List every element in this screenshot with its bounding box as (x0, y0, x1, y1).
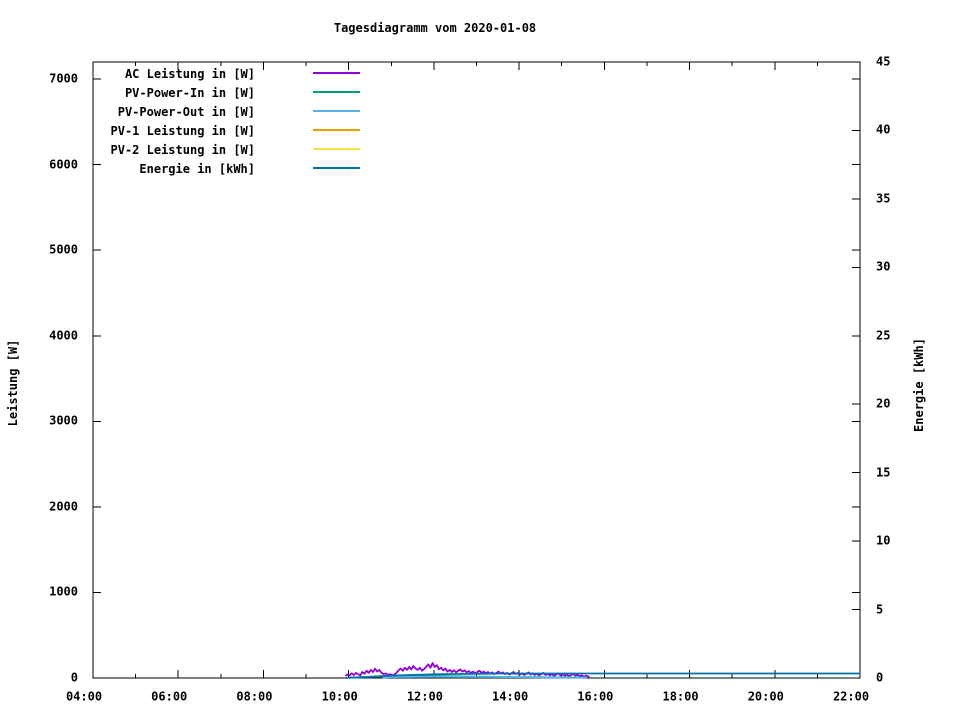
x-tick-label: 06:00 (151, 689, 188, 704)
x-tick-label: 10:00 (321, 689, 358, 704)
legend-item-pv_in: PV-Power-In in [W] (0, 83, 960, 102)
y-left-tick-label: 2000 (49, 499, 78, 514)
x-tick-label: 04:00 (65, 689, 103, 704)
series-line-ac (344, 662, 590, 678)
y-left-tick-label: 1000 (49, 584, 78, 599)
legend-label-energie: Energie in [kWh] (139, 161, 255, 176)
legend-item-energie: Energie in [kWh] (0, 159, 960, 178)
y-right-tick-label: 35 (876, 191, 891, 206)
legend-label-pv_out: PV-Power-Out in [W] (117, 104, 255, 119)
x-tick-label: 20:00 (747, 689, 784, 704)
y-left-tick-label: 3000 (49, 413, 78, 428)
legend-swatch-line-pv2 (313, 148, 360, 150)
legend-item-ac: AC Leistung in [W] (0, 64, 960, 83)
series-line-pv_out (382, 675, 588, 679)
x-tick-label: 16:00 (577, 689, 614, 704)
legend-swatch-line-pv1 (313, 129, 360, 131)
y-right-tick-label: 25 (876, 328, 891, 343)
x-tick-label: 08:00 (236, 689, 273, 704)
y-left-tick-label: 4000 (49, 328, 78, 343)
x-tick-label: 12:00 (406, 689, 443, 704)
legend-item-pv2: PV-2 Leistung in [W] (0, 140, 960, 159)
legend-item-pv1: PV-1 Leistung in [W] (0, 121, 960, 140)
chart-canvas: Tagesdiagramm vom 2020-01-08 Leistung [W… (0, 0, 960, 720)
legend-swatch-line-energie (313, 167, 360, 169)
y-right-tick-label: 0 (876, 670, 884, 685)
legend-label-pv_in: PV-Power-In in [W] (124, 85, 255, 100)
legend-item-pv_out: PV-Power-Out in [W] (0, 102, 960, 121)
legend-swatch-line-ac (313, 72, 360, 74)
x-tick-label: 22:00 (832, 689, 870, 704)
y-left-tick-label: 5000 (49, 242, 78, 257)
y-right-tick-label: 15 (876, 465, 891, 480)
legend-label-ac: AC Leistung in [W] (124, 66, 255, 81)
y-right-tick-label: 5 (876, 602, 884, 617)
legend-swatch-line-pv_in (313, 91, 360, 93)
y-right-tick-label: 10 (876, 533, 891, 548)
y-right-tick-label: 20 (876, 396, 891, 411)
x-tick-label: 18:00 (662, 689, 699, 704)
legend-swatch-line-pv_out (313, 110, 360, 112)
legend-label-pv1: PV-1 Leistung in [W] (110, 123, 256, 138)
y-right-tick-label: 30 (876, 259, 891, 274)
x-tick-label: 14:00 (492, 689, 529, 704)
y-left-tick-label: 0 (70, 670, 78, 685)
legend-label-pv2: PV-2 Leistung in [W] (110, 142, 256, 157)
